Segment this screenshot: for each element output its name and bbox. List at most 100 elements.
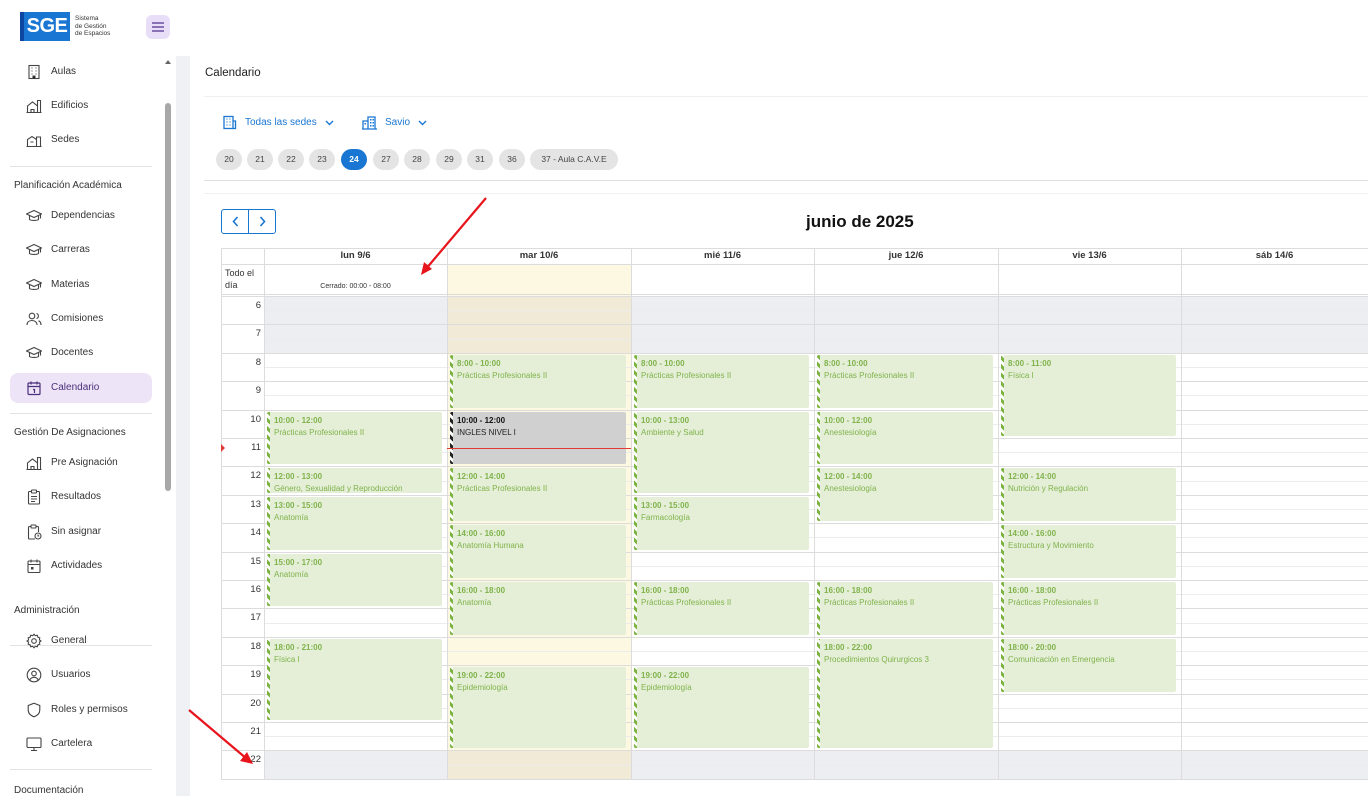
sidebar-item-edificios[interactable]: Edificios	[10, 91, 152, 121]
sidebar-item-calendario[interactable]: Calendario	[10, 372, 152, 403]
grid-line	[264, 338, 1368, 340]
users-icon	[26, 311, 42, 327]
grid-line	[221, 352, 1368, 354]
top-bar: SGE Sistema de Gestión de Espacios	[0, 0, 1368, 56]
buildings-icon	[362, 116, 377, 130]
calendar-event[interactable]: 18:00 - 22:00 Procedimientos Quirurgicos …	[817, 638, 993, 749]
day-header[interactable]: jue 12/6	[814, 248, 998, 264]
sidebar-item-roles-y-permisos[interactable]: Roles y permisos	[10, 695, 152, 725]
day-header[interactable]: sáb 14/6	[1181, 248, 1368, 264]
edificio-filter-dropdown[interactable]: Savio	[362, 115, 435, 130]
event-time: 12:00 - 14:00	[457, 472, 506, 482]
calendar-event[interactable]: 8:00 - 11:00 Física I	[1001, 354, 1176, 436]
sidebar-item-comisiones[interactable]: Comisiones	[10, 304, 152, 334]
sidebar-item-sin-asignar[interactable]: Sin asignar	[10, 517, 152, 547]
calendar-event[interactable]: 12:00 - 14:00 Prácticas Profesionales II	[450, 468, 626, 522]
sidebar-item-carreras[interactable]: Carreras	[10, 235, 152, 265]
calendar-event[interactable]: 8:00 - 10:00 Prácticas Profesionales II	[450, 354, 626, 408]
logo-subtitle-line: Sistema	[75, 15, 99, 23]
graduation-cap-icon	[25, 277, 43, 293]
hour-label: 20	[250, 697, 261, 709]
event-time: 19:00 - 22:00	[457, 671, 506, 681]
grid-line	[998, 248, 999, 780]
calendar-event[interactable]: 15:00 - 17:00 Anatomía	[267, 553, 442, 607]
now-indicator-line	[447, 448, 631, 449]
sidebar-item-general[interactable]: General	[10, 626, 152, 656]
sidebar-item-label: Usuarios	[51, 669, 91, 681]
event-name: INGLES NIVEL I	[457, 427, 516, 437]
sidebar-item-dependencias[interactable]: Dependencias	[10, 201, 152, 231]
calendar-event[interactable]: 16:00 - 18:00 Anatomía	[450, 582, 626, 635]
aula-chip[interactable]: 24	[341, 149, 367, 170]
day-header[interactable]: mar 10/6	[447, 248, 631, 264]
sidebar-item-usuarios[interactable]: Usuarios	[10, 660, 152, 690]
sidebar-item-docentes[interactable]: Docentes	[10, 338, 152, 368]
calendar-event[interactable]: 19:00 - 22:00 Epidemiología	[450, 667, 626, 749]
aula-chip[interactable]: 27	[373, 149, 399, 170]
sidebar-item-label: Pre Asignación	[51, 457, 118, 468]
calendar-event[interactable]: 18:00 - 20:00 Comunicación en Emergencia	[1001, 638, 1176, 692]
app-root: SGE Sistema de Gestión de Espacios Aulas…	[0, 0, 1368, 796]
calendar-event[interactable]: 14:00 - 16:00 Estructura y Movimiento	[1001, 525, 1176, 578]
sidebar-section-title: Documentación	[14, 785, 84, 796]
calendar-event[interactable]: 12:00 - 14:00 Anestesiología	[817, 468, 993, 522]
calendar-event[interactable]: 16:00 - 18:00 Prácticas Profesionales II	[634, 582, 809, 635]
event-time: 16:00 - 18:00	[457, 586, 506, 595]
event-name: Epidemiología	[641, 683, 692, 693]
sidebar-item-aulas[interactable]: Aulas	[10, 57, 152, 87]
calendar-event[interactable]: 10:00 - 12:00 Prácticas Profesionales II	[267, 411, 442, 465]
day-header[interactable]: vie 13/6	[998, 248, 1181, 264]
aula-chip[interactable]: 29	[436, 149, 462, 170]
aula-chip[interactable]: 37 - Aula C.A.V.E	[530, 149, 618, 170]
calendar-event[interactable]: 19:00 - 22:00 Epidemiología	[634, 667, 809, 749]
calendar-event[interactable]: 10:00 - 12:00 INGLES NIVEL I	[450, 411, 626, 465]
calendar-event[interactable]: 13:00 - 15:00 Farmacología	[634, 496, 809, 550]
aula-chip[interactable]: 21	[247, 149, 273, 170]
calendar-event[interactable]: 14:00 - 16:00 Anatomía Humana	[450, 525, 626, 578]
calendar-event[interactable]: 16:00 - 18:00 Prácticas Profesionales II	[817, 582, 993, 635]
app-logo[interactable]: SGE Sistema de Gestión de Espacios	[20, 12, 117, 41]
sidebar-section-title: Planificación Académica	[14, 180, 122, 191]
hamburger-icon	[152, 22, 164, 32]
aula-chip[interactable]: 23	[309, 149, 335, 170]
day-header[interactable]: lun 9/6	[264, 248, 447, 264]
aula-chip[interactable]: 36	[499, 149, 525, 170]
calendar-event[interactable]: 16:00 - 18:00 Prácticas Profesionales II	[1001, 582, 1176, 635]
sidebar-item-pre-asignación[interactable]: Pre Asignación	[10, 448, 152, 478]
sidebar-item-actividades[interactable]: Actividades	[10, 551, 152, 581]
aula-chip[interactable]: 31	[467, 149, 493, 170]
calendar-event[interactable]: 13:00 - 15:00 Anatomía	[267, 496, 442, 550]
calendar-event[interactable]: 8:00 - 10:00 Prácticas Profesionales II	[817, 354, 993, 408]
event-name: Anatomía	[274, 569, 309, 579]
grid-line	[221, 294, 1368, 295]
sidebar-item-materias[interactable]: Materias	[10, 270, 152, 300]
calendar-event[interactable]: 18:00 - 21:00 Física I	[267, 638, 442, 720]
calendar-event[interactable]: 10:00 - 13:00 Ambiente y Salud	[634, 411, 809, 493]
logo-mark: SGE	[20, 12, 70, 41]
menu-toggle-button[interactable]	[146, 15, 170, 39]
calendar-event[interactable]: 10:00 - 12:00 Anestesiología	[817, 411, 993, 465]
event-time: 18:00 - 22:00	[824, 642, 873, 652]
sidebar-item-label: Sin asignar	[51, 525, 102, 537]
aula-chip[interactable]: 20	[216, 149, 242, 170]
day-header[interactable]: mié 11/6	[631, 248, 814, 264]
aula-chip[interactable]: 22	[278, 149, 304, 170]
grid-line	[447, 248, 448, 780]
calendar-event[interactable]: 8:00 - 10:00 Prácticas Profesionales II	[634, 354, 809, 408]
sidebar-scrollbar-thumb[interactable]	[165, 103, 171, 491]
event-name: Prácticas Profesionales II	[824, 598, 915, 607]
event-name: Epidemiología	[457, 683, 508, 693]
logo-subtitle: Sistema de Gestión de Espacios	[75, 15, 117, 38]
sidebar-item-sedes[interactable]: Sedes	[10, 125, 152, 155]
sidebar-item-resultados[interactable]: Resultados	[10, 482, 152, 512]
sede-filter-dropdown[interactable]: Todas las sedes	[222, 115, 342, 130]
calendar-next-button[interactable]	[248, 209, 276, 234]
scroll-up-arrow-icon[interactable]	[165, 60, 171, 64]
sidebar-item-cartelera[interactable]: Cartelera	[10, 729, 152, 759]
event-time: 14:00 - 16:00	[457, 529, 506, 539]
calendar-event[interactable]: 12:00 - 13:00 Género, Sexualidad y Reprod…	[267, 468, 442, 493]
event-time: 8:00 - 11:00	[1008, 358, 1052, 368]
calendar-event[interactable]: 12:00 - 14:00 Nutrición y Regulación	[1001, 468, 1176, 522]
aula-chip[interactable]: 28	[404, 149, 430, 170]
calendar-prev-button[interactable]	[221, 209, 249, 234]
